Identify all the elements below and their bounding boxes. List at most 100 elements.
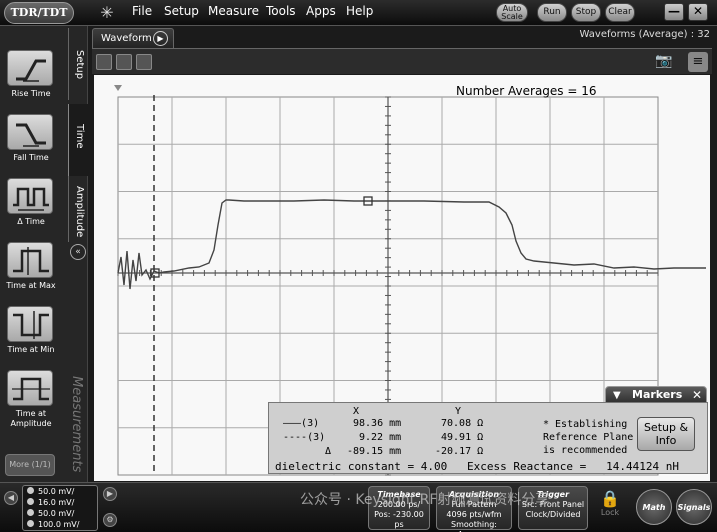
acquisition-points: 4096 pts/wfm bbox=[446, 510, 502, 519]
channel-2-icon bbox=[27, 498, 34, 505]
setup-info-button[interactable]: Setup & Info bbox=[637, 417, 695, 451]
run-button[interactable]: Run bbox=[537, 3, 567, 22]
clear-button[interactable]: Clear bbox=[605, 3, 635, 22]
acquisition-smoothing: Smoothing: Average bbox=[451, 520, 497, 532]
channel-4-icon bbox=[27, 520, 34, 527]
play-icon[interactable]: ▶ bbox=[153, 31, 168, 46]
keysight-star-icon[interactable]: ✳ bbox=[96, 3, 118, 23]
marker-2-y: 49.91 Ω bbox=[441, 432, 484, 443]
menu-setup[interactable]: Setup bbox=[164, 4, 199, 18]
timebase-position: Pos: -230.00 ps bbox=[374, 510, 424, 529]
reference-note-1: * Establishing bbox=[543, 419, 628, 430]
delta-time-tool[interactable]: Δ Time bbox=[4, 178, 58, 238]
menu-tools[interactable]: Tools bbox=[266, 4, 296, 18]
app-logo[interactable]: TDR/TDT bbox=[4, 2, 74, 24]
markers-title: Markers bbox=[632, 388, 683, 401]
tab-time[interactable]: Time bbox=[68, 104, 88, 176]
lock-label: Lock bbox=[600, 508, 620, 517]
measurement-sidebar: Rise Time Fall Time Δ Time Time at Max T… bbox=[0, 26, 88, 482]
close-button[interactable]: ✕ bbox=[688, 3, 708, 21]
stacked-layout-icon[interactable] bbox=[136, 54, 152, 70]
markers-footer: dielectric constant = 4.00 Excess Reacta… bbox=[275, 460, 679, 473]
marker-delta-y: -20.17 Ω bbox=[435, 446, 484, 457]
more-button[interactable]: More (1/1) bbox=[5, 454, 55, 476]
fall-time-label: Fall Time bbox=[13, 153, 49, 162]
minimize-button[interactable]: — bbox=[664, 3, 684, 21]
time-at-amplitude-label: Time at Amplitude bbox=[10, 409, 52, 428]
time-at-amplitude-icon bbox=[7, 370, 53, 406]
waveform-toolbar: 📷 ≡ bbox=[92, 48, 712, 74]
channel-1-icon bbox=[27, 487, 34, 494]
channel-3-scale[interactable]: 50.0 mV/ bbox=[23, 508, 97, 519]
trigger-marker-icon bbox=[114, 85, 122, 91]
channel-2-scale-value: 16.0 mV/ bbox=[38, 498, 75, 507]
tab-setup-label: Setup bbox=[74, 50, 85, 80]
marker-1-line: ———(3) bbox=[283, 418, 320, 429]
channel-1-scale-value: 50.0 mV/ bbox=[38, 487, 75, 496]
camera-icon[interactable]: 📷 bbox=[654, 53, 674, 71]
rise-time-icon bbox=[7, 50, 53, 86]
tab-amplitude[interactable]: Amplitude bbox=[68, 176, 88, 242]
rise-time-label: Rise Time bbox=[11, 89, 51, 98]
scroll-right-icon[interactable]: ▶ bbox=[103, 487, 117, 501]
lock-icon: 🔒 bbox=[600, 489, 620, 508]
tab-amplitude-label: Amplitude bbox=[74, 186, 85, 238]
trigger-clock: Clock/Divided bbox=[525, 510, 581, 519]
watermark-text: 公众号 · Keysight RF射频测试资料分享 bbox=[300, 492, 550, 508]
signals-button[interactable]: Signals bbox=[676, 489, 712, 525]
channel-1-scale[interactable]: 50.0 mV/ bbox=[23, 486, 97, 497]
fall-time-icon bbox=[7, 114, 53, 150]
fall-time-tool[interactable]: Fall Time bbox=[4, 114, 58, 174]
time-at-amplitude-tool[interactable]: Time at Amplitude bbox=[4, 370, 58, 430]
time-at-max-label: Time at Max bbox=[6, 281, 56, 290]
markers-col-y: Y bbox=[455, 406, 462, 417]
reference-note-3: is recommended bbox=[543, 445, 628, 456]
menu-apps[interactable]: Apps bbox=[306, 4, 336, 18]
reference-note-2: Reference Plane bbox=[543, 432, 634, 443]
time-at-min-tool[interactable]: Time at Min bbox=[4, 306, 58, 366]
menu-bar: TDR/TDT ✳ File Setup Measure Tools Apps … bbox=[0, 0, 717, 26]
waveform-count-status: Waveforms (Average) : 32 bbox=[579, 29, 710, 40]
tab-waveform-label: Waveform bbox=[101, 33, 152, 44]
channel-3-scale-value: 50.0 mV/ bbox=[38, 509, 75, 518]
settings-gear-icon[interactable]: ⚙ bbox=[103, 513, 117, 527]
markers-panel: X Y ———(3) 98.36 mm 70.08 Ω ----(3) 9.22… bbox=[268, 402, 708, 474]
measurements-label-text: Measurements bbox=[69, 376, 84, 473]
delta-time-label: Δ Time bbox=[17, 217, 45, 226]
menu-file[interactable]: File bbox=[132, 4, 152, 18]
split-layout-icon[interactable] bbox=[116, 54, 132, 70]
channel-4-scale[interactable]: 100.0 mV/ bbox=[23, 519, 97, 530]
lock-button[interactable]: 🔒 Lock bbox=[596, 489, 624, 527]
scroll-left-icon[interactable]: ◀ bbox=[4, 491, 18, 505]
tdr-trace bbox=[117, 199, 706, 290]
close-markers-icon[interactable]: ✕ bbox=[692, 387, 702, 403]
number-averages-label: Number Averages = 16 bbox=[456, 84, 597, 98]
single-layout-icon[interactable] bbox=[96, 54, 112, 70]
stop-button[interactable]: Stop bbox=[571, 3, 601, 22]
hamburger-menu-icon[interactable]: ≡ bbox=[688, 52, 708, 72]
marker-delta-label: Δ bbox=[325, 446, 332, 457]
channel-2-scale[interactable]: 16.0 mV/ bbox=[23, 497, 97, 508]
channel-scale-list[interactable]: 50.0 mV/ 16.0 mV/ 50.0 mV/ 100.0 mV/ bbox=[22, 485, 98, 531]
marker-2-line: ----(3) bbox=[283, 432, 326, 443]
channel-4-scale-value: 100.0 mV/ bbox=[38, 520, 80, 529]
menu-help[interactable]: Help bbox=[346, 4, 373, 18]
time-at-min-icon bbox=[7, 306, 53, 342]
tab-setup[interactable]: Setup bbox=[68, 28, 88, 100]
tab-waveform[interactable]: Waveform ▶ bbox=[92, 28, 174, 48]
time-at-max-icon bbox=[7, 242, 53, 278]
delta-time-icon bbox=[7, 178, 53, 214]
time-at-max-tool[interactable]: Time at Max bbox=[4, 242, 58, 302]
markers-col-x: X bbox=[353, 406, 360, 417]
time-at-min-label: Time at Min bbox=[7, 345, 55, 354]
auto-scale-button[interactable]: Auto Scale bbox=[496, 3, 528, 22]
marker-1-y: 70.08 Ω bbox=[441, 418, 484, 429]
tab-time-label: Time bbox=[74, 124, 85, 149]
channel-3-icon bbox=[27, 509, 34, 516]
math-button[interactable]: Math bbox=[636, 489, 672, 525]
menu-measure[interactable]: Measure bbox=[208, 4, 259, 18]
rise-time-tool[interactable]: Rise Time bbox=[4, 50, 58, 110]
marker-1-x: 98.36 mm bbox=[353, 418, 402, 429]
collapse-sidebar-icon[interactable]: « bbox=[70, 244, 86, 260]
marker-2-x: 9.22 mm bbox=[359, 432, 402, 443]
